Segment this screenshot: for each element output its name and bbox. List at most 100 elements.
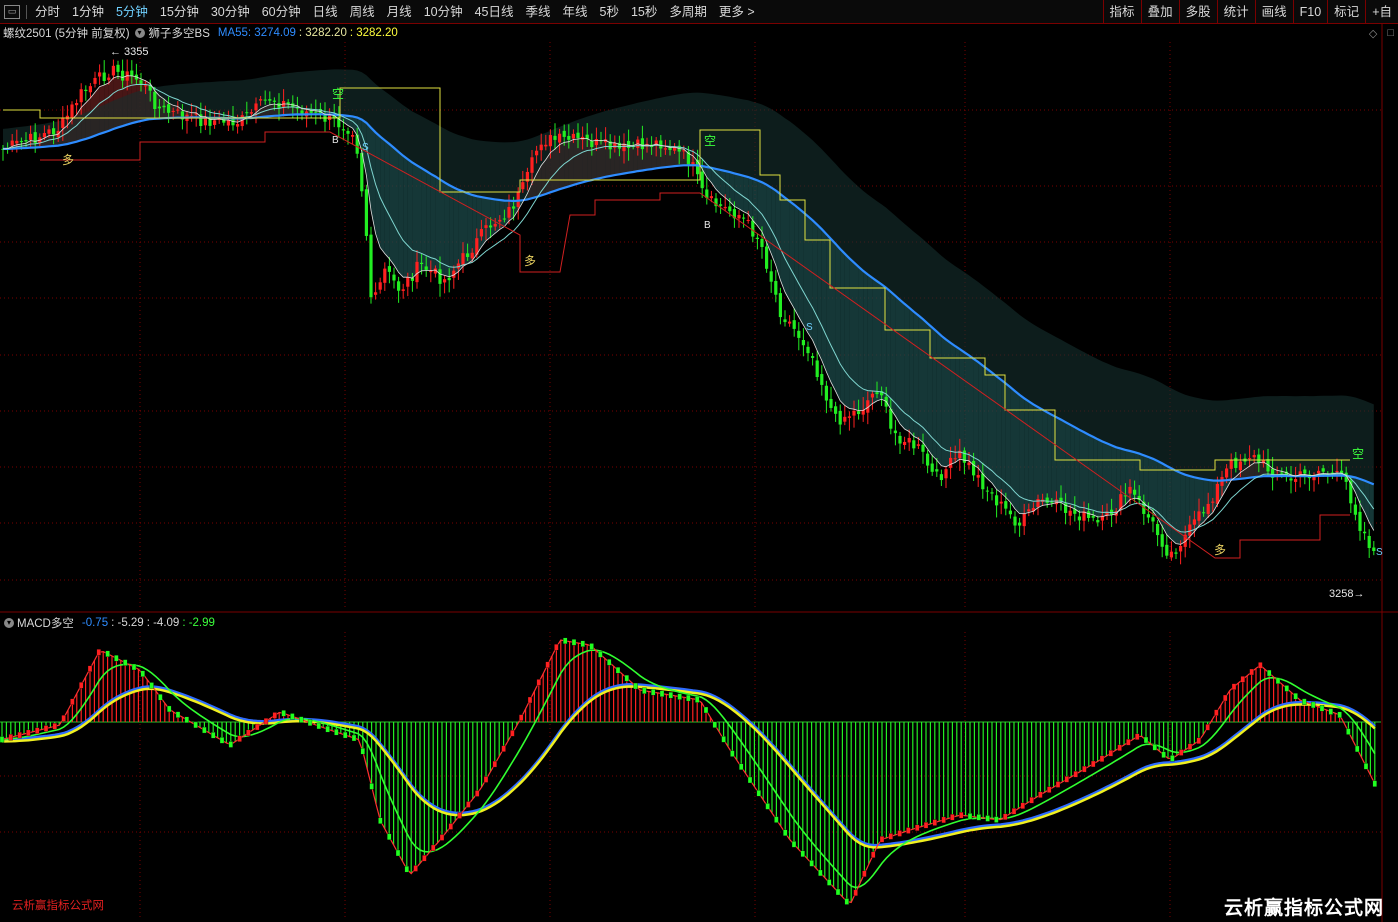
macd-signal-block <box>827 879 832 886</box>
macd-signal-block <box>1311 701 1316 709</box>
maximize-icon[interactable]: □ <box>1387 27 1394 40</box>
candle-body <box>576 132 580 138</box>
trend-cloud-segment <box>1038 407 1043 508</box>
trend-cloud-segment <box>803 212 808 334</box>
macd-signal-block <box>1091 760 1096 768</box>
indicator-name[interactable]: 狮子多空BS <box>149 25 210 41</box>
candle-body <box>742 217 746 219</box>
indicator-dropdown-icon[interactable]: ▾ <box>134 28 145 38</box>
candle-body <box>1229 459 1233 469</box>
diamond-icon[interactable]: ◇ <box>1369 27 1377 40</box>
macd-value-2: : -5.29 <box>111 617 144 629</box>
candle-body <box>10 140 14 146</box>
macd-signal-block <box>941 816 946 824</box>
candle-body <box>792 320 796 329</box>
candle-body <box>52 128 56 135</box>
candle-body <box>1234 457 1238 468</box>
candle-body <box>788 321 792 324</box>
candle-body <box>553 135 557 140</box>
candle-body <box>696 159 700 175</box>
macd-signal-block <box>448 823 453 830</box>
symbol-label[interactable]: 螺纹2501 (5分钟 前复权) <box>3 25 130 41</box>
signal-sell: S <box>362 142 369 153</box>
macd-signal-block <box>985 815 990 822</box>
macd-signal-block <box>888 833 893 840</box>
macd-signal-block <box>527 696 533 704</box>
candle-body <box>1367 535 1371 548</box>
macd-signal-block <box>545 661 550 668</box>
candle-body <box>493 223 497 227</box>
macd-signal-block <box>959 812 964 819</box>
macd-signal-block <box>721 736 726 743</box>
macd-signal-block <box>1126 739 1131 746</box>
macd-name[interactable]: MACD多空 <box>17 615 74 631</box>
candle-body <box>778 293 782 318</box>
candle-body <box>341 129 345 131</box>
candle-body <box>443 279 447 283</box>
candle-body <box>272 100 276 102</box>
candle-body <box>461 253 465 266</box>
signal-kong: 空 <box>332 87 344 101</box>
candle-body <box>314 111 318 113</box>
candle-body <box>102 72 106 81</box>
macd-signal-block <box>739 763 744 770</box>
macd-signal-block <box>1108 750 1113 757</box>
trend-cloud-segment <box>821 229 827 372</box>
macd-signal-block <box>1258 662 1263 669</box>
candle-body <box>746 219 750 221</box>
candle-body <box>167 104 171 113</box>
macd-signal-block <box>325 725 330 733</box>
candle-body <box>939 474 943 481</box>
macd-signal-block <box>651 689 656 696</box>
trend-cloud-segment <box>1093 436 1098 517</box>
candle-body <box>479 229 483 237</box>
macd-signal-block <box>624 674 629 682</box>
candle-body <box>1082 511 1086 521</box>
macd-signal-block <box>1293 693 1298 700</box>
candle-body <box>829 398 833 408</box>
macd-signal-block <box>932 819 937 826</box>
trend-cloud-segment <box>348 115 353 129</box>
trend-cloud-segment <box>407 159 413 279</box>
high-price-marker: ← 3355 <box>110 46 149 58</box>
candle-body <box>447 277 451 281</box>
macd-dropdown-icon[interactable]: ▾ <box>4 618 14 628</box>
candle-body <box>1160 534 1164 547</box>
macd-signal-block <box>1038 791 1043 798</box>
candle-body <box>1036 499 1040 508</box>
candle-body <box>1280 472 1284 474</box>
candle-body <box>29 133 33 140</box>
macd-signal-block <box>466 801 471 808</box>
candle-body <box>797 330 801 338</box>
candle-body <box>774 280 778 295</box>
candle-body <box>1013 516 1017 526</box>
trend-cloud-segment <box>757 180 762 232</box>
candle-body <box>1238 461 1242 471</box>
candle-body <box>1225 468 1229 478</box>
trend-cloud-segment <box>817 224 822 361</box>
candle-body <box>1174 552 1178 554</box>
candle-body <box>1372 547 1376 552</box>
macd-signal-block <box>96 649 101 656</box>
macd-signal-block <box>483 776 489 783</box>
candle-body <box>139 80 143 84</box>
signal-sell: S <box>1376 547 1383 558</box>
macd-dea-line <box>1 649 1376 889</box>
macd-signal-block <box>1284 685 1289 692</box>
candle-body <box>1202 512 1206 514</box>
candle-body <box>1027 509 1031 512</box>
candle-body <box>935 469 939 472</box>
macd-signal-block <box>1187 743 1193 750</box>
trend-cloud-segment <box>904 303 910 432</box>
kline-chart[interactable]: 多多多空空空BBSSS← 33553258→ <box>0 0 1398 922</box>
macd-dif-line <box>1 639 1376 904</box>
trend-cloud-segment <box>739 174 744 212</box>
candle-body <box>245 112 249 114</box>
macd-signal-block <box>765 803 770 810</box>
macd-signal-block <box>431 844 436 852</box>
macd-signal-block <box>1117 744 1122 751</box>
macd-layer <box>0 637 1381 905</box>
candle-body <box>144 85 148 87</box>
candle-body <box>489 225 493 228</box>
macd-value-4: : -2.99 <box>182 617 215 629</box>
